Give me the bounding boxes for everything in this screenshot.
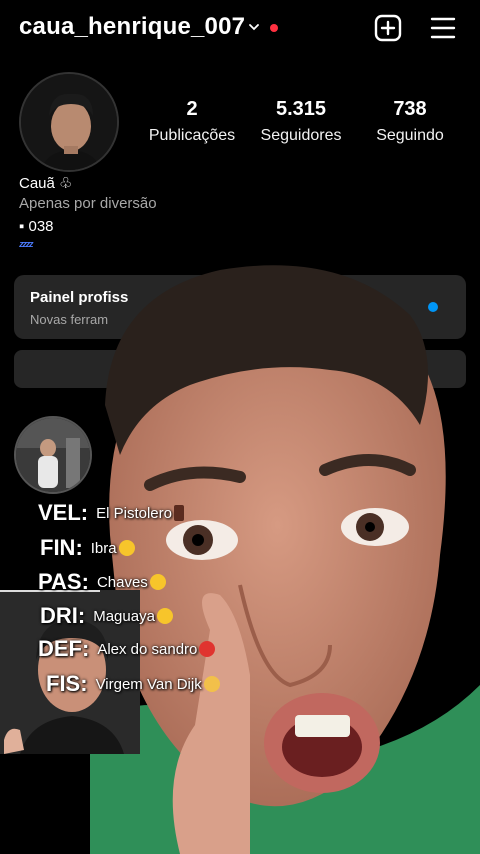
position-label: VEL: [38,500,89,525]
player-name: Ibra [90,539,117,557]
player-name: Alex do sandro [97,640,198,658]
gun-emoji-icon [174,505,184,521]
stat-followers[interactable]: 5.315 Seguidores [254,98,348,145]
list-item: PAS: Chaves [38,567,166,597]
profile-bio: Apenas por diversão [19,195,157,212]
stat-following-label: Seguindo [376,127,444,144]
stat-following-value: 738 [393,98,427,120]
list-item: FIN: Ibra [40,533,135,563]
position-label: FIS: [46,671,88,696]
angry-emoji-icon [199,641,216,657]
position-label: DRI: [40,603,86,628]
smile-emoji-icon [149,574,166,590]
player-name: Virgem Van Dijk [95,675,202,693]
stat-followers-label: Seguidores [260,127,342,144]
username-title[interactable]: caua_henrique_007 [19,13,245,41]
profile-name: Cauã ♧ [19,175,73,192]
notification-dot [270,24,278,32]
smirk-emoji-icon [118,540,135,556]
profile-bio-line: ▪ 038 [19,218,54,235]
add-post-icon[interactable] [374,14,402,42]
stat-posts-value: 2 [186,98,198,120]
stat-posts-label: Publicações [148,127,236,144]
player-name: Chaves [96,573,148,591]
profile-avatar[interactable] [19,72,119,172]
story-highlight[interactable] [14,416,92,494]
crying-emoji-icon [156,608,173,624]
list-item: VEL: El Pistolero [38,498,184,528]
stat-posts[interactable]: 2 Publicações [146,98,238,145]
position-label: FIN: [40,535,83,560]
player-name: Maguaya [93,607,155,625]
list-item: FIS: Virgem Van Dijk [46,669,220,699]
chevron-down-icon[interactable] [247,20,261,34]
video-overlay-face [90,255,480,854]
player-name: El Pistolero [96,504,172,522]
stat-followers-value: 5.315 [275,98,327,120]
muscle-emoji-icon [203,676,220,692]
position-label: DEF: [38,636,90,661]
menu-icon[interactable] [430,15,456,41]
position-label: PAS: [38,569,89,594]
list-item: DRI: Maguaya [40,601,173,631]
stat-following[interactable]: 738 Seguindo [366,98,454,145]
list-item: DEF: Alex do sandro [38,634,216,664]
zzz-emoji: ᶻᶻᶻᶻ [19,238,33,253]
top-bar: caua_henrique_007 [0,0,480,56]
